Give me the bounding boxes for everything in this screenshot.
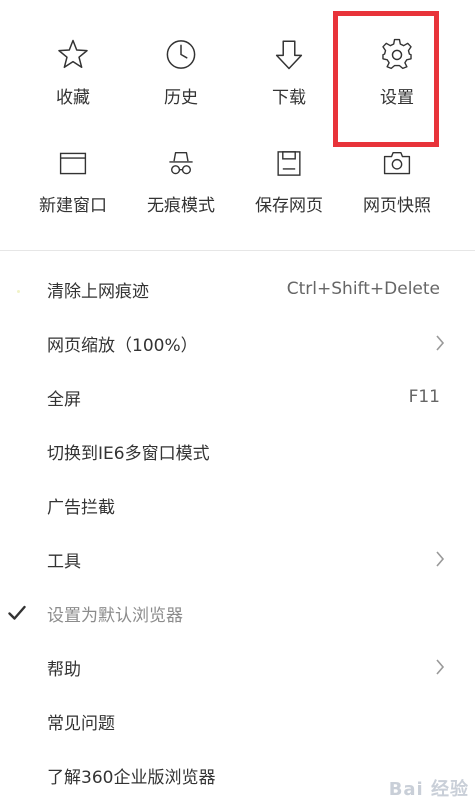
incognito-label: 无痕模式 bbox=[147, 196, 215, 216]
menu-item-label: 设置为默认浏览器 bbox=[47, 605, 183, 626]
settings-label: 设置 bbox=[380, 88, 414, 108]
menu-item-label: 了解360企业版浏览器 bbox=[47, 767, 216, 788]
menu-item-default-browser[interactable]: 设置为默认浏览器 bbox=[0, 586, 475, 640]
gear-icon bbox=[382, 38, 412, 70]
main-menu: 清除上网痕迹 Ctrl+Shift+Delete 网页缩放（100%） 全屏 F… bbox=[0, 262, 475, 802]
download-arrow-icon bbox=[275, 40, 303, 70]
menu-item-zoom[interactable]: 网页缩放（100%） bbox=[0, 316, 475, 370]
download-button[interactable]: 下载 bbox=[235, 0, 343, 108]
menu-item-label: 广告拦截 bbox=[47, 497, 115, 518]
history-label: 历史 bbox=[164, 88, 198, 108]
menu-item-help[interactable]: 帮助 bbox=[0, 640, 475, 694]
menu-item-ad-block[interactable]: 广告拦截 bbox=[0, 478, 475, 532]
menu-item-clear-traces[interactable]: 清除上网痕迹 Ctrl+Shift+Delete bbox=[0, 262, 475, 316]
shortcut-label: Ctrl+Shift+Delete bbox=[286, 279, 440, 299]
quick-actions-grid: 收藏 历史 下载 设置 新建窗口 无痕模式 保存网页 网页快照 bbox=[0, 0, 475, 250]
menu-item-label: 清除上网痕迹 bbox=[47, 281, 149, 302]
clock-icon bbox=[166, 40, 196, 69]
settings-button[interactable]: 设置 bbox=[343, 0, 451, 108]
menu-item-label: 切换到IE6多窗口模式 bbox=[47, 443, 210, 464]
menu-item-label: 帮助 bbox=[47, 659, 81, 680]
checkmark-icon bbox=[8, 605, 26, 620]
window-icon bbox=[59, 152, 87, 175]
menu-item-label: 网页缩放（100%） bbox=[47, 335, 198, 356]
star-icon bbox=[58, 39, 88, 69]
shortcut-label: F11 bbox=[408, 387, 440, 407]
menu-item-label: 工具 bbox=[47, 551, 81, 572]
watermark-logo: Bai 经验 bbox=[388, 779, 469, 800]
history-button[interactable]: 历史 bbox=[127, 0, 235, 108]
new-window-button[interactable]: 新建窗口 bbox=[19, 108, 127, 216]
save-icon bbox=[277, 151, 301, 176]
snapshot-button[interactable]: 网页快照 bbox=[343, 108, 451, 216]
new-window-label: 新建窗口 bbox=[39, 196, 107, 216]
menu-item-tools[interactable]: 工具 bbox=[0, 532, 475, 586]
snapshot-label: 网页快照 bbox=[363, 196, 431, 216]
camera-icon bbox=[383, 151, 411, 175]
menu-item-label: 全屏 bbox=[47, 389, 81, 410]
download-label: 下载 bbox=[272, 88, 306, 108]
divider bbox=[0, 250, 475, 251]
menu-item-ie6-mode[interactable]: 切换到IE6多窗口模式 bbox=[0, 424, 475, 478]
chevron-right-icon bbox=[436, 659, 445, 675]
menu-item-fullscreen[interactable]: 全屏 F11 bbox=[0, 370, 475, 424]
menu-item-faq[interactable]: 常见问题 bbox=[0, 694, 475, 748]
incognito-icon bbox=[169, 151, 193, 175]
favorites-button[interactable]: 收藏 bbox=[19, 0, 127, 108]
menu-item-label: 常见问题 bbox=[47, 713, 115, 734]
chevron-right-icon bbox=[436, 335, 445, 351]
favorites-label: 收藏 bbox=[56, 88, 90, 108]
chevron-right-icon bbox=[436, 551, 445, 567]
incognito-button[interactable]: 无痕模式 bbox=[127, 108, 235, 216]
save-page-button[interactable]: 保存网页 bbox=[235, 108, 343, 216]
save-page-label: 保存网页 bbox=[255, 196, 323, 216]
